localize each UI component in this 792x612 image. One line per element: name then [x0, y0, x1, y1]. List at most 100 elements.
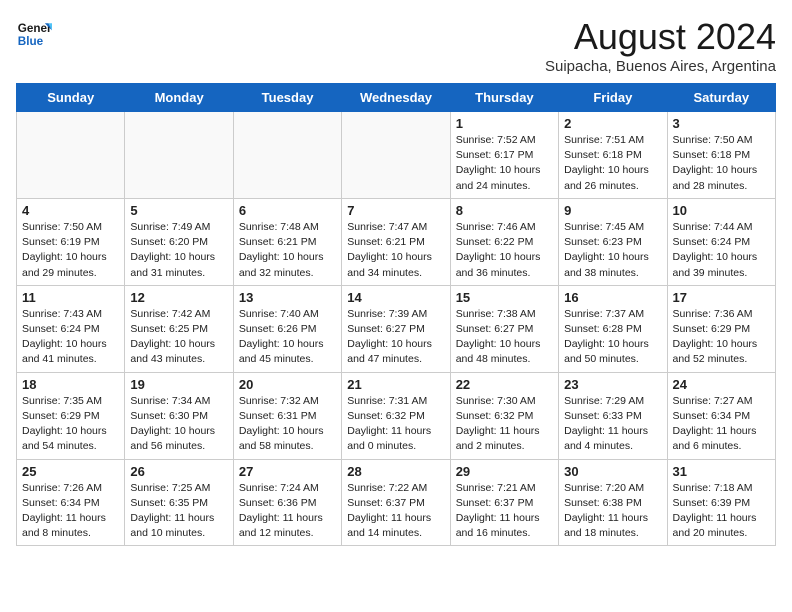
calendar-cell: 9 Sunrise: 7:45 AM Sunset: 6:23 PM Daylig…	[559, 198, 667, 285]
day-number: 19	[130, 377, 227, 392]
calendar-cell	[233, 112, 341, 199]
day-info: Sunrise: 7:49 AM Sunset: 6:20 PM Dayligh…	[130, 220, 227, 281]
day-number: 4	[22, 203, 119, 218]
calendar-cell: 28Sunrise: 7:22 AM Sunset: 6:37 PM Dayli…	[342, 459, 450, 546]
calendar-cell: 26 Sunrise: 7:25 AM Sunset: 6:35 PM Dayli…	[125, 459, 233, 546]
calendar-cell: 21 Sunrise: 7:31 AM Sunset: 6:32 PM Dayli…	[342, 372, 450, 459]
week-row-5: 25 Sunrise: 7:26 AM Sunset: 6:34 PM Dayli…	[17, 459, 776, 546]
day-number: 12	[130, 290, 227, 305]
calendar-cell: 25 Sunrise: 7:26 AM Sunset: 6:34 PM Dayli…	[17, 459, 125, 546]
day-number: 10	[673, 203, 770, 218]
day-info: Sunrise: 7:44 AM Sunset: 6:24 PM Dayligh…	[673, 220, 770, 281]
calendar-cell: 16 Sunrise: 7:37 AM Sunset: 6:28 PM Dayli…	[559, 285, 667, 372]
day-info: Sunrise: 7:46 AM Sunset: 6:22 PM Dayligh…	[456, 220, 553, 281]
day-info: Sunrise: 7:26 AM Sunset: 6:34 PM Dayligh…	[22, 481, 119, 542]
day-info: Sunrise: 7:36 AM Sunset: 6:29 PM Dayligh…	[673, 307, 770, 368]
logo: General Blue	[16, 16, 52, 52]
day-info: Sunrise: 7:21 AM Sunset: 6:37 PM Dayligh…	[456, 481, 553, 542]
day-info: Sunrise: 7:22 AM Sunset: 6:37 PM Dayligh…	[347, 481, 444, 542]
day-info: Sunrise: 7:47 AM Sunset: 6:21 PM Dayligh…	[347, 220, 444, 281]
day-info: Sunrise: 7:50 AM Sunset: 6:18 PM Dayligh…	[673, 133, 770, 194]
calendar-cell: 22Sunrise: 7:30 AM Sunset: 6:32 PM Dayli…	[450, 372, 558, 459]
day-number: 23	[564, 377, 661, 392]
calendar-cell: 5 Sunrise: 7:49 AM Sunset: 6:20 PM Daylig…	[125, 198, 233, 285]
day-number: 30	[564, 464, 661, 479]
weekday-monday: Monday	[125, 84, 233, 112]
calendar-cell: 3 Sunrise: 7:50 AM Sunset: 6:18 PM Daylig…	[667, 112, 775, 199]
day-info: Sunrise: 7:45 AM Sunset: 6:23 PM Dayligh…	[564, 220, 661, 281]
weekday-sunday: Sunday	[17, 84, 125, 112]
day-number: 31	[673, 464, 770, 479]
day-info: Sunrise: 7:30 AM Sunset: 6:32 PM Dayligh…	[456, 394, 553, 455]
calendar-cell: 29 Sunrise: 7:21 AM Sunset: 6:37 PM Dayli…	[450, 459, 558, 546]
day-info: Sunrise: 7:25 AM Sunset: 6:35 PM Dayligh…	[130, 481, 227, 542]
day-number: 21	[347, 377, 444, 392]
calendar-cell	[17, 112, 125, 199]
day-number: 2	[564, 116, 661, 131]
calendar-cell: 31 Sunrise: 7:18 AM Sunset: 6:39 PM Dayli…	[667, 459, 775, 546]
calendar-cell: 11Sunrise: 7:43 AM Sunset: 6:24 PM Dayli…	[17, 285, 125, 372]
calendar-cell: 20 Sunrise: 7:32 AM Sunset: 6:31 PM Dayli…	[233, 372, 341, 459]
calendar-cell: 2 Sunrise: 7:51 AM Sunset: 6:18 PM Daylig…	[559, 112, 667, 199]
calendar-cell: 13Sunrise: 7:40 AM Sunset: 6:26 PM Dayli…	[233, 285, 341, 372]
weekday-friday: Friday	[559, 84, 667, 112]
calendar-cell: 8 Sunrise: 7:46 AM Sunset: 6:22 PM Daylig…	[450, 198, 558, 285]
calendar-cell: 19 Sunrise: 7:34 AM Sunset: 6:30 PM Dayli…	[125, 372, 233, 459]
day-info: Sunrise: 7:43 AM Sunset: 6:24 PM Dayligh…	[22, 307, 119, 368]
calendar-cell: 27Sunrise: 7:24 AM Sunset: 6:36 PM Dayli…	[233, 459, 341, 546]
day-info: Sunrise: 7:32 AM Sunset: 6:31 PM Dayligh…	[239, 394, 336, 455]
day-info: Sunrise: 7:27 AM Sunset: 6:34 PM Dayligh…	[673, 394, 770, 455]
week-row-1: 1 Sunrise: 7:52 AM Sunset: 6:17 PM Daylig…	[17, 112, 776, 199]
day-info: Sunrise: 7:18 AM Sunset: 6:39 PM Dayligh…	[673, 481, 770, 542]
title-area: August 2024 Suipacha, Buenos Aires, Arge…	[545, 16, 776, 75]
day-info: Sunrise: 7:34 AM Sunset: 6:30 PM Dayligh…	[130, 394, 227, 455]
calendar-cell: 4 Sunrise: 7:50 AM Sunset: 6:19 PM Daylig…	[17, 198, 125, 285]
subtitle: Suipacha, Buenos Aires, Argentina	[545, 58, 776, 75]
weekday-wednesday: Wednesday	[342, 84, 450, 112]
calendar-cell: 18 Sunrise: 7:35 AM Sunset: 6:29 PM Dayli…	[17, 372, 125, 459]
day-info: Sunrise: 7:37 AM Sunset: 6:28 PM Dayligh…	[564, 307, 661, 368]
calendar-cell: 24 Sunrise: 7:27 AM Sunset: 6:34 PM Dayli…	[667, 372, 775, 459]
svg-text:Blue: Blue	[18, 35, 44, 48]
calendar-cell: 12 Sunrise: 7:42 AM Sunset: 6:25 PM Dayli…	[125, 285, 233, 372]
day-number: 1	[456, 116, 553, 131]
day-number: 15	[456, 290, 553, 305]
day-info: Sunrise: 7:50 AM Sunset: 6:19 PM Dayligh…	[22, 220, 119, 281]
day-number: 8	[456, 203, 553, 218]
calendar: SundayMondayTuesdayWednesdayThursdayFrid…	[16, 83, 776, 546]
calendar-cell: 23Sunrise: 7:29 AM Sunset: 6:33 PM Dayli…	[559, 372, 667, 459]
week-row-2: 4 Sunrise: 7:50 AM Sunset: 6:19 PM Daylig…	[17, 198, 776, 285]
calendar-cell: 10 Sunrise: 7:44 AM Sunset: 6:24 PM Dayli…	[667, 198, 775, 285]
day-info: Sunrise: 7:35 AM Sunset: 6:29 PM Dayligh…	[22, 394, 119, 455]
day-number: 9	[564, 203, 661, 218]
logo-icon: General Blue	[16, 16, 52, 52]
day-info: Sunrise: 7:39 AM Sunset: 6:27 PM Dayligh…	[347, 307, 444, 368]
day-info: Sunrise: 7:31 AM Sunset: 6:32 PM Dayligh…	[347, 394, 444, 455]
header: General Blue August 2024 Suipacha, Bueno…	[16, 16, 776, 75]
day-number: 24	[673, 377, 770, 392]
day-number: 5	[130, 203, 227, 218]
day-number: 3	[673, 116, 770, 131]
day-number: 29	[456, 464, 553, 479]
day-info: Sunrise: 7:40 AM Sunset: 6:26 PM Dayligh…	[239, 307, 336, 368]
day-number: 7	[347, 203, 444, 218]
main-title: August 2024	[545, 16, 776, 58]
day-info: Sunrise: 7:20 AM Sunset: 6:38 PM Dayligh…	[564, 481, 661, 542]
weekday-header-row: SundayMondayTuesdayWednesdayThursdayFrid…	[17, 84, 776, 112]
day-info: Sunrise: 7:51 AM Sunset: 6:18 PM Dayligh…	[564, 133, 661, 194]
day-number: 25	[22, 464, 119, 479]
calendar-cell: 14 Sunrise: 7:39 AM Sunset: 6:27 PM Dayli…	[342, 285, 450, 372]
day-number: 18	[22, 377, 119, 392]
weekday-tuesday: Tuesday	[233, 84, 341, 112]
day-number: 16	[564, 290, 661, 305]
weekday-thursday: Thursday	[450, 84, 558, 112]
day-info: Sunrise: 7:52 AM Sunset: 6:17 PM Dayligh…	[456, 133, 553, 194]
day-info: Sunrise: 7:42 AM Sunset: 6:25 PM Dayligh…	[130, 307, 227, 368]
day-number: 20	[239, 377, 336, 392]
day-info: Sunrise: 7:24 AM Sunset: 6:36 PM Dayligh…	[239, 481, 336, 542]
day-number: 14	[347, 290, 444, 305]
day-number: 26	[130, 464, 227, 479]
day-number: 6	[239, 203, 336, 218]
calendar-cell: 17Sunrise: 7:36 AM Sunset: 6:29 PM Dayli…	[667, 285, 775, 372]
day-info: Sunrise: 7:38 AM Sunset: 6:27 PM Dayligh…	[456, 307, 553, 368]
